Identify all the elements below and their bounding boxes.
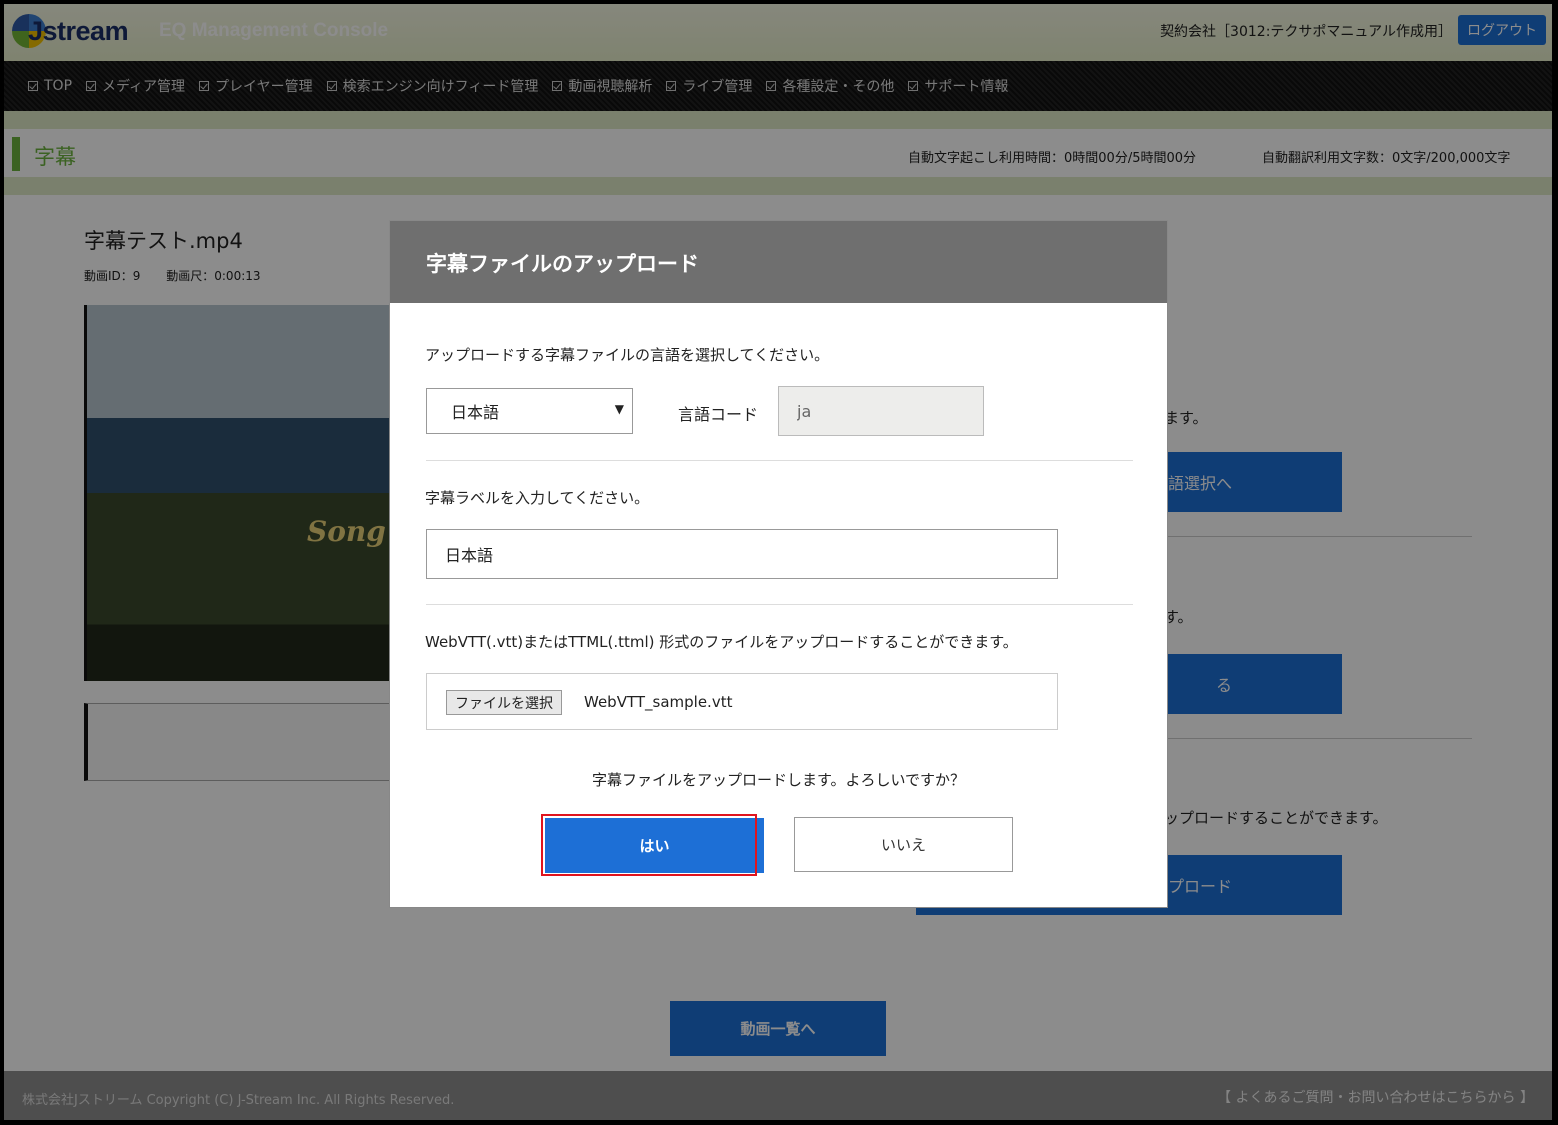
language-prompt: アップロードする字幕ファイルの言語を選択してください。 [425,346,830,364]
no-button[interactable]: いいえ [794,817,1013,872]
language-select[interactable]: 日本語 ▼ [426,388,633,434]
modal-divider [426,604,1133,605]
label-prompt: 字幕ラベルを入力してください。 [425,489,650,507]
file-prompt: WebVTT(.vtt)またはTTML(.ttml) 形式のファイルをアップロー… [425,633,1018,651]
language-code-field [778,386,984,436]
subtitle-upload-modal: 字幕ファイルのアップロード アップロードする字幕ファイルの言語を選択してください… [389,220,1168,908]
choose-file-button[interactable]: ファイルを選択 [446,690,562,715]
language-code-label: 言語コード [678,405,759,424]
app-frame: Jstream EQ Management Console 契約会社［3012:… [4,4,1552,1120]
dropdown-arrow-icon: ▼ [614,402,624,416]
modal-header: 字幕ファイルのアップロード [390,221,1167,303]
highlight-annotation [541,814,757,876]
language-selected-value: 日本語 [451,403,500,422]
modal-title: 字幕ファイルのアップロード [426,252,699,276]
subtitle-label-input[interactable] [426,529,1058,579]
confirm-message: 字幕ファイルをアップロードします。よろしいですか？ [591,771,966,789]
file-input: ファイルを選択 WebVTT_sample.vtt [426,673,1058,730]
selected-file-name: WebVTT_sample.vtt [584,693,733,711]
modal-divider [426,460,1133,461]
